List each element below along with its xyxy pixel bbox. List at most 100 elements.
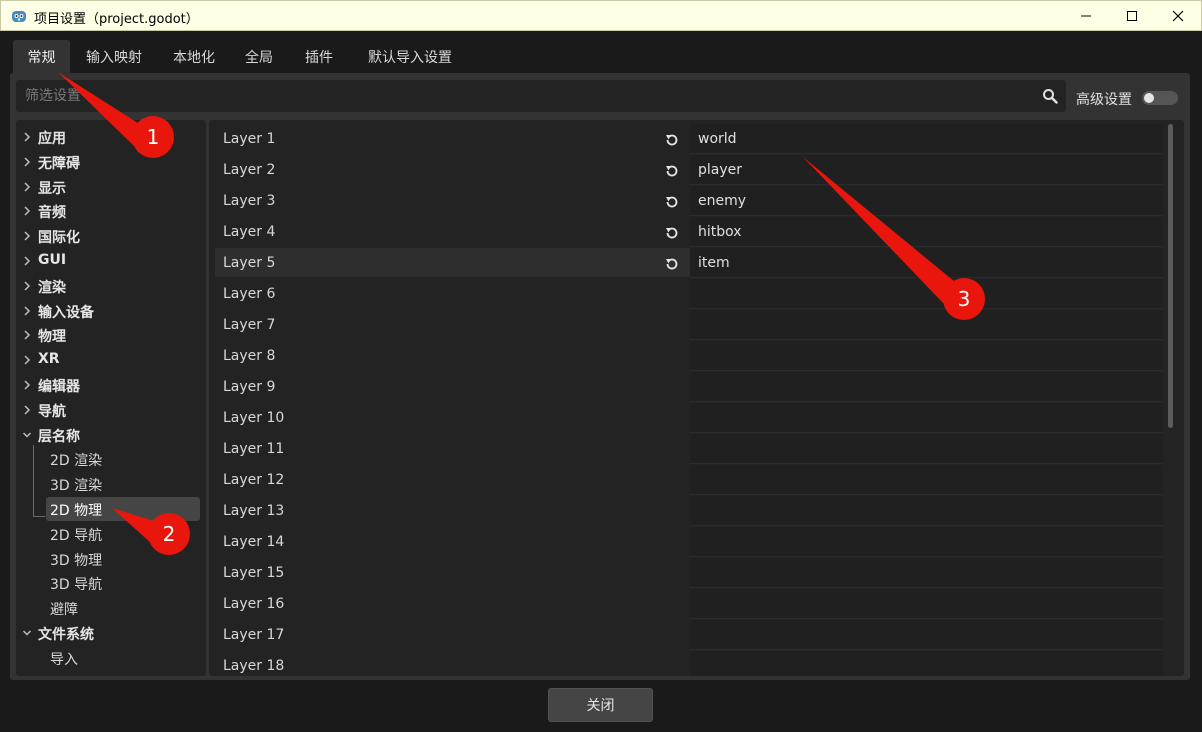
layer-name-label: Layer 7 (223, 317, 276, 333)
search-icon[interactable] (1042, 88, 1058, 104)
minimize-button[interactable] (1063, 1, 1109, 31)
tree-category[interactable]: 音频 (16, 199, 206, 223)
layer-name-value: item (698, 255, 730, 271)
layer-name-field[interactable] (690, 589, 1163, 619)
godot-icon (12, 11, 26, 22)
tree-subitem[interactable]: 3D 物理 (16, 547, 206, 571)
layer-name-field[interactable] (690, 620, 1163, 650)
tree-item-label: 导入 (50, 652, 78, 668)
tree-category[interactable]: 编辑器 (16, 373, 206, 397)
chevron-right-icon[interactable] (22, 156, 32, 168)
advanced-settings-label: 高级设置 (1076, 92, 1132, 108)
minimize-icon (1081, 15, 1091, 17)
layer-row: Layer 15 (215, 558, 1165, 588)
layer-row: Layer 17 (215, 620, 1165, 650)
layer-row: Layer 6 (215, 279, 1165, 309)
chevron-right-icon[interactable] (22, 181, 32, 193)
chevron-right-icon[interactable] (22, 230, 32, 242)
chevron-down-icon[interactable] (22, 429, 32, 441)
layer-name-field[interactable] (690, 558, 1163, 588)
revert-icon[interactable] (664, 256, 680, 272)
layer-name-field[interactable]: enemy (690, 186, 1163, 216)
layer-name-field[interactable]: world (690, 124, 1163, 154)
layer-name-field[interactable] (690, 279, 1163, 309)
layer-name-value: player (698, 162, 743, 178)
tab-input-map[interactable]: 输入映射 (76, 40, 152, 74)
tree-category[interactable]: 文件系统 (16, 621, 206, 645)
chevron-down-icon[interactable] (22, 627, 32, 639)
tree-category[interactable]: 层名称 (16, 423, 206, 447)
tree-subitem[interactable]: 2D 导航 (16, 522, 206, 546)
revert-icon[interactable] (664, 194, 680, 210)
layer-name-label: Layer 12 (223, 472, 285, 488)
chevron-right-icon[interactable] (22, 329, 32, 341)
tree-item-label: 层名称 (38, 429, 80, 445)
tree-category[interactable]: 物理 (16, 323, 206, 347)
layer-name-label: Layer 16 (223, 596, 285, 612)
tree-category[interactable]: XR (16, 348, 206, 372)
revert-icon[interactable] (664, 225, 680, 241)
chevron-right-icon[interactable] (22, 205, 32, 217)
tab-import-defaults[interactable]: 默认导入设置 (358, 40, 462, 74)
revert-icon[interactable] (664, 163, 680, 179)
tree-item-label: 应用 (38, 131, 66, 147)
tab-localization[interactable]: 本地化 (164, 40, 224, 74)
layer-name-field[interactable]: hitbox (690, 217, 1163, 247)
tree-category[interactable]: 无障碍 (16, 150, 206, 174)
layer-name-field[interactable] (690, 434, 1163, 464)
layer-name-field[interactable]: player (690, 155, 1163, 185)
tree-category[interactable]: 导航 (16, 398, 206, 422)
tree-category[interactable]: 渲染 (16, 274, 206, 298)
tree-subitem[interactable]: 3D 导航 (16, 571, 206, 595)
chevron-right-icon[interactable] (22, 280, 32, 292)
layer-name-field[interactable] (690, 341, 1163, 371)
tree-item-label: XR (38, 351, 60, 367)
layer-name-field[interactable] (690, 651, 1163, 676)
tree-subitem[interactable]: 导入 (16, 646, 206, 670)
tree-subitem[interactable]: 3D 渲染 (16, 472, 206, 496)
chevron-right-icon[interactable] (22, 131, 32, 143)
window-close-button[interactable] (1155, 1, 1201, 31)
layer-name-field[interactable] (690, 465, 1163, 495)
tree-item-label: 2D 物理 (50, 503, 103, 519)
chevron-right-icon[interactable] (22, 305, 32, 317)
tab-general[interactable]: 常规 (13, 40, 70, 74)
chevron-right-icon[interactable] (22, 354, 32, 366)
layer-name-field[interactable] (690, 403, 1163, 433)
tree-subitem[interactable]: 避障 (16, 596, 206, 620)
tree-item-label: 无障碍 (38, 156, 80, 172)
inspector-scrollbar[interactable] (1168, 124, 1173, 428)
advanced-settings-toggle[interactable] (1142, 91, 1178, 105)
tree-category[interactable]: 输入设备 (16, 299, 206, 323)
layer-row: Layer 10 (215, 403, 1165, 433)
tree-item-label: 文件系统 (38, 627, 94, 643)
tree-item-label: 国际化 (38, 230, 80, 246)
tab-plugins[interactable]: 插件 (296, 40, 342, 74)
layer-name-label: Layer 9 (223, 379, 276, 395)
maximize-button[interactable] (1109, 1, 1155, 31)
window-title: 项目设置（project.godot） (34, 12, 199, 27)
layer-name-field[interactable] (690, 372, 1163, 402)
layer-name-field[interactable] (690, 527, 1163, 557)
layer-name-field[interactable]: item (690, 248, 1163, 278)
tree-subitem[interactable]: 2D 物理 (46, 497, 200, 521)
filter-settings-input[interactable] (16, 80, 1026, 112)
layer-name-field[interactable] (690, 310, 1163, 340)
tree-category[interactable]: 应用 (16, 125, 206, 149)
revert-icon[interactable] (664, 132, 680, 148)
tree-subitem[interactable]: 2D 渲染 (16, 447, 206, 471)
layer-row: Layer 9 (215, 372, 1165, 402)
chevron-right-icon[interactable] (22, 255, 32, 267)
layer-name-value: enemy (698, 193, 747, 209)
chevron-right-icon[interactable] (22, 404, 32, 416)
layer-name-label: Layer 17 (223, 627, 285, 643)
tab-globals[interactable]: 全局 (236, 40, 282, 74)
layer-name-field[interactable] (690, 496, 1163, 526)
close-button[interactable]: 关闭 (548, 688, 653, 722)
tree-category[interactable]: GUI (16, 249, 206, 273)
tree-category[interactable]: 国际化 (16, 224, 206, 248)
tree-category[interactable]: 显示 (16, 175, 206, 199)
tree-item-label: 输入设备 (38, 305, 94, 321)
chevron-right-icon[interactable] (22, 379, 32, 391)
maximize-icon (1127, 11, 1137, 21)
